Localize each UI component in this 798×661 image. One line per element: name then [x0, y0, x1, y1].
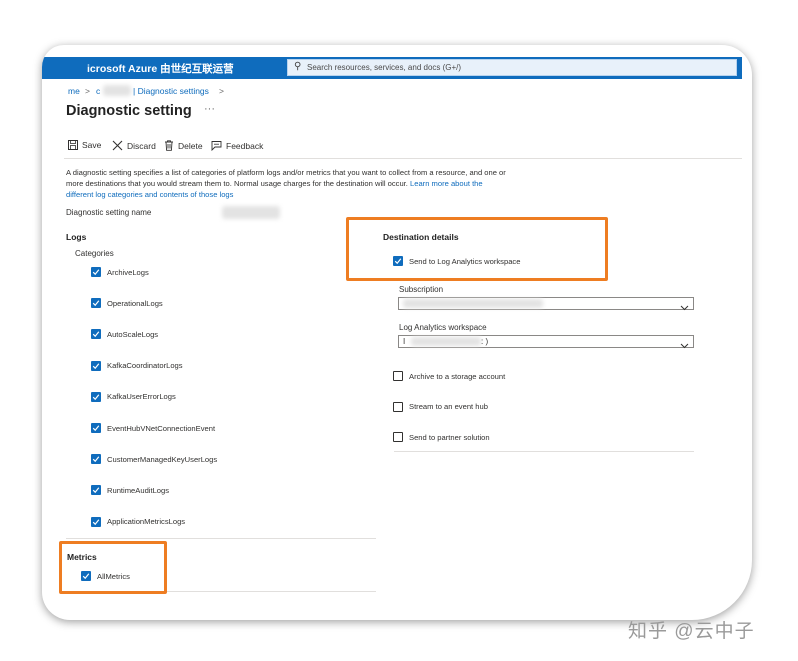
chevron-down-icon — [680, 337, 689, 355]
close-icon — [112, 140, 123, 151]
logs-divider — [66, 538, 376, 539]
checkbox-label: Send to partner solution — [409, 432, 490, 442]
log-category-checkbox[interactable]: EventHubVNetConnectionEvent — [91, 423, 215, 433]
redacted-resource-name — [103, 85, 131, 96]
destination-option-checkbox[interactable]: Archive to a storage account — [393, 371, 505, 381]
checkbox-label: KafkaUserErrorLogs — [107, 392, 176, 402]
checkbox-unchecked-icon — [393, 371, 403, 381]
feedback-label: Feedback — [226, 140, 264, 151]
logs-heading: Logs — [66, 232, 87, 242]
command-bar-divider — [64, 158, 742, 159]
checkbox-checked-icon — [91, 454, 101, 465]
portal-top-bar: icrosoft Azure 由世纪互联运营 ⚲ Search resource… — [42, 57, 742, 79]
breadcrumb-separator: > — [85, 86, 90, 96]
save-label: Save — [82, 140, 102, 150]
search-placeholder: Search resources, services, and docs (G+… — [307, 63, 462, 72]
highlight-box-destination — [346, 217, 608, 281]
checkbox-label: EventHubVNetConnectionEvent — [107, 423, 216, 433]
discard-label: Discard — [127, 140, 156, 151]
checkbox-label: ApplicationMetricsLogs — [107, 517, 186, 527]
feedback-icon — [211, 140, 222, 151]
destination-option-checkbox[interactable]: Send to partner solution — [393, 432, 490, 442]
delete-button[interactable]: Delete — [164, 140, 203, 151]
subscription-dropdown[interactable] — [398, 297, 694, 311]
log-category-checkbox[interactable]: ArchiveLogs — [91, 267, 149, 277]
checkbox-label: ArchiveLogs — [107, 267, 149, 277]
breadcrumb-separator: > — [219, 86, 224, 96]
log-category-checkbox[interactable]: KafkaUserErrorLogs — [91, 391, 176, 402]
feedback-button[interactable]: Feedback — [211, 140, 263, 151]
workspace-dropdown[interactable]: I : ) — [398, 335, 694, 349]
setting-name-label: Diagnostic setting name — [66, 208, 152, 217]
chevron-down-icon — [680, 299, 689, 317]
checkbox-label: AutoScaleLogs — [107, 329, 159, 339]
screenshot-card: icrosoft Azure 由世纪互联运营 ⚲ Search resource… — [42, 45, 752, 620]
log-category-checkbox[interactable]: KafkaCoordinatorLogs — [91, 360, 183, 371]
checkbox-unchecked-icon — [393, 432, 403, 442]
checkbox-label: Archive to a storage account — [409, 371, 506, 381]
log-category-checkbox[interactable]: AutoScaleLogs — [91, 329, 159, 340]
log-category-checkbox[interactable]: RuntimeAuditLogs — [91, 485, 170, 496]
destination-divider — [394, 451, 694, 452]
discard-button[interactable]: Discard — [112, 140, 156, 151]
checkbox-checked-icon — [91, 423, 101, 433]
breadcrumb-current[interactable]: | Diagnostic settings — [133, 86, 209, 96]
checkbox-checked-icon — [91, 360, 101, 371]
search-icon: ⚲ — [294, 61, 302, 72]
redacted-setting-name-field[interactable] — [222, 206, 280, 219]
watermark: 知乎 @云中子 — [628, 621, 755, 642]
breadcrumb-home[interactable]: me — [68, 86, 80, 96]
workspace-label: Log Analytics workspace — [399, 323, 487, 332]
description-text: A diagnostic setting specifies a list of… — [66, 168, 506, 200]
log-category-checkbox[interactable]: CustomerManagedKeyUserLogs — [91, 454, 218, 465]
checkbox-label: KafkaCoordinatorLogs — [107, 361, 183, 371]
portal-brand[interactable]: icrosoft Azure 由世纪互联运营 — [87, 61, 234, 76]
destination-option-checkbox[interactable]: Stream to an event hub — [393, 401, 488, 412]
global-search-input[interactable]: ⚲ Search resources, services, and docs (… — [287, 59, 737, 76]
checkbox-label: OperationalLogs — [107, 298, 163, 308]
checkbox-label: RuntimeAuditLogs — [107, 485, 170, 495]
checkbox-checked-icon — [91, 516, 101, 527]
log-category-checkbox[interactable]: ApplicationMetricsLogs — [91, 516, 186, 527]
highlight-box-metrics — [59, 541, 167, 594]
checkbox-checked-icon — [91, 391, 101, 402]
redacted-subscription — [403, 299, 543, 308]
checkbox-label: Stream to an event hub — [409, 402, 488, 411]
trash-icon — [164, 140, 174, 151]
checkbox-checked-icon — [91, 298, 101, 309]
more-options-button[interactable]: ··· — [204, 103, 215, 115]
checkbox-unchecked-icon — [393, 401, 403, 412]
page-title: Diagnostic setting — [66, 103, 192, 119]
checkbox-checked-icon — [91, 329, 101, 340]
checkbox-checked-icon — [91, 267, 101, 277]
breadcrumb-resource[interactable]: c — [96, 86, 100, 96]
subscription-label: Subscription — [399, 285, 444, 294]
checkbox-checked-icon — [91, 485, 101, 496]
save-icon — [68, 140, 78, 150]
checkbox-label: CustomerManagedKeyUserLogs — [107, 454, 218, 464]
delete-label: Delete — [178, 140, 203, 151]
save-button[interactable]: Save — [68, 140, 101, 150]
redacted-workspace — [411, 337, 481, 346]
log-category-checkbox[interactable]: OperationalLogs — [91, 298, 163, 309]
workspace-value-start: I — [403, 337, 406, 346]
workspace-value-end: : ) — [481, 337, 489, 346]
categories-label: Categories — [75, 249, 114, 258]
